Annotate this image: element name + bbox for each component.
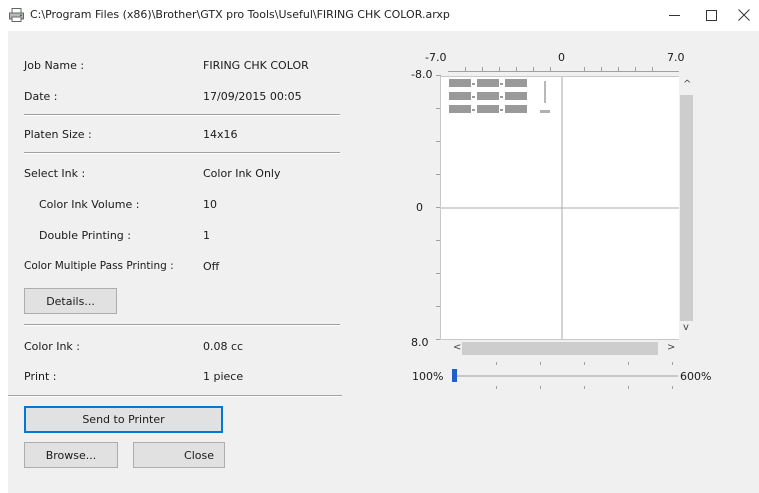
details-button[interactable]: Details... (24, 288, 117, 314)
scroll-down-arrow[interactable]: v (683, 322, 689, 333)
zoom-slider-tick (496, 362, 497, 365)
printer-app-icon (9, 8, 24, 22)
select-ink-value: Color Ink Only (203, 167, 281, 180)
color-ink-value: 0.08 cc (203, 340, 244, 353)
zoom-slider-tick (496, 386, 497, 389)
x-ruler-tick (635, 67, 636, 71)
zoom-slider-thumb[interactable] (452, 369, 457, 382)
window-title: C:\Program Files (x86)\Brother\GTX pro T… (30, 8, 450, 21)
send-to-printer-button[interactable]: Send to Printer (24, 406, 223, 433)
zoom-slider-tick (628, 386, 629, 389)
zoom-slider-tick (540, 362, 541, 365)
zoom-max-label: 600% (680, 370, 712, 383)
zoom-min-label: 100% (412, 370, 444, 383)
zoom-slider-tick (584, 362, 585, 365)
test-pattern-thumbnail (449, 79, 527, 113)
x-ruler-tick (584, 67, 585, 71)
title-bar[interactable]: C:\Program Files (x86)\Brother\GTX pro T… (0, 0, 759, 31)
select-ink-label: Select Ink : (24, 167, 86, 180)
x-ruler-tick (482, 67, 483, 71)
color-multi-pass-value: Off (203, 260, 220, 273)
divider (24, 324, 340, 326)
browse-button[interactable]: Browse... (24, 442, 118, 468)
x-ruler-tick (465, 67, 466, 71)
zoom-slider-track[interactable] (452, 375, 678, 377)
horizontal-scroll-thumb[interactable] (462, 342, 658, 355)
x-ruler-tick (533, 67, 534, 71)
x-ruler-tick (601, 67, 602, 71)
maximize-button[interactable] (693, 4, 729, 26)
divider (8, 395, 342, 397)
x-ruler-tick (550, 67, 551, 71)
zoom-slider-tick (672, 386, 673, 389)
x-ruler-tick (652, 67, 653, 71)
close-button[interactable]: Close (133, 442, 225, 468)
y-axis-tick-label: 0 (416, 201, 423, 214)
x-axis-tick-label: 0 (558, 51, 565, 64)
scroll-right-arrow[interactable]: > (667, 342, 675, 353)
color-ink-volume-value: 10 (203, 198, 217, 211)
x-ruler-tick (499, 67, 500, 71)
color-ink-label: Color Ink : (24, 340, 81, 353)
zoom-slider-tick (628, 362, 629, 365)
platen-size-label: Platen Size : (24, 128, 92, 141)
print-preview-canvas[interactable] (440, 76, 680, 340)
minimize-button[interactable] (656, 4, 692, 26)
zoom-slider-tick (584, 386, 585, 389)
minimize-icon (668, 14, 680, 16)
date-label: Date : (24, 90, 58, 103)
zoom-slider-tick (540, 386, 541, 389)
print-label: Print : (24, 370, 57, 383)
x-ruler-tick (618, 67, 619, 71)
pattern-marker (540, 110, 550, 113)
close-window-button[interactable] (726, 4, 759, 26)
print-value: 1 piece (203, 370, 244, 383)
platen-size-value: 14x16 (203, 128, 238, 141)
job-name-value: FIRING CHK COLOR (203, 59, 309, 72)
scroll-left-arrow[interactable]: < (453, 342, 461, 353)
x-ruler-tick (516, 67, 517, 71)
double-printing-label: Double Printing : (39, 229, 131, 242)
preview-drawing (441, 77, 679, 339)
y-axis-tick-label: -8.0 (411, 68, 433, 81)
date-value: 17/09/2015 00:05 (203, 90, 302, 103)
divider (24, 114, 340, 116)
close-icon (738, 9, 750, 21)
color-ink-volume-label: Color Ink Volume : (39, 198, 140, 211)
x-ruler (448, 71, 679, 72)
scroll-up-arrow[interactable]: ^ (683, 79, 691, 90)
x-axis-tick-label: 7.0 (667, 51, 685, 64)
job-name-label: Job Name : (24, 59, 85, 72)
vertical-scroll-thumb[interactable] (680, 95, 693, 321)
application-window: C:\Program Files (x86)\Brother\GTX pro T… (0, 0, 759, 493)
color-multi-pass-label: Color Multiple Pass Printing : (24, 260, 174, 272)
divider (24, 152, 340, 154)
zoom-slider-tick (672, 362, 673, 365)
y-axis-tick-label: 8.0 (411, 336, 429, 349)
maximize-icon (705, 9, 717, 21)
x-axis-tick-label: -7.0 (425, 51, 447, 64)
double-printing-value: 1 (203, 229, 210, 242)
